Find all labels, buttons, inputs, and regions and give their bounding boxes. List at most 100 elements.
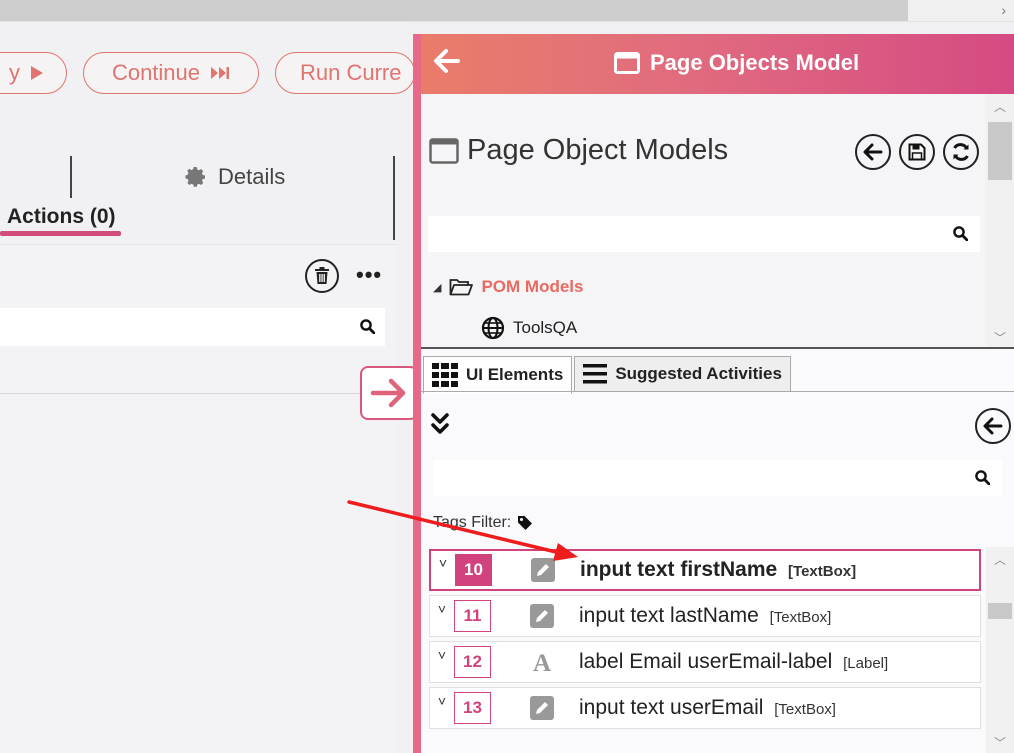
collapse-triangle-icon[interactable]: ◢ <box>433 281 441 294</box>
ui-elements-search-input[interactable] <box>433 460 1002 496</box>
tab-details[interactable]: Details <box>184 164 285 190</box>
ui-elements-list: ˅ 10 input text firstName [TextBox] ˅ 11 inpu… <box>429 547 984 753</box>
pom-tabs: UI Elements Suggested Activities <box>423 356 793 394</box>
arrow-left-icon <box>434 49 460 73</box>
continue-button[interactable]: Continue <box>83 52 259 94</box>
arrow-right-icon <box>370 378 406 408</box>
globe-icon <box>481 316 505 340</box>
tabs-baseline <box>421 391 1014 392</box>
tree-item-toolsqa[interactable]: ToolsQA <box>481 316 577 340</box>
scroll-up-icon[interactable]: ︿ <box>994 98 1006 115</box>
replay-label: y <box>9 60 20 85</box>
grid-icon <box>432 363 458 387</box>
pom-models-section: Page Object Models ◢ POM Models ToolsQA … <box>421 94 1014 348</box>
pom-header-title: Page Objects Model <box>614 50 859 76</box>
pencil-icon <box>528 557 558 583</box>
window-icon <box>429 137 459 164</box>
arrow-left-icon <box>863 143 883 161</box>
search-icon <box>360 319 375 334</box>
expand-row-icon[interactable]: ˅ <box>431 555 455 571</box>
element-name: input text userEmail [TextBox] <box>579 696 836 719</box>
run-current-button[interactable]: Run Curre <box>275 52 415 94</box>
more-options-icon[interactable]: ••• <box>356 262 382 288</box>
run-current-label: Run Curre <box>300 60 402 85</box>
ui-back-button[interactable] <box>975 408 1011 444</box>
list-item[interactable]: ˅ 10 input text firstName [TextBox] <box>429 549 981 591</box>
tag-icon <box>518 516 533 530</box>
tab-divider <box>70 156 72 198</box>
actions-search-input[interactable] <box>0 308 385 346</box>
expand-row-icon[interactable]: ˅ <box>430 647 454 663</box>
section-splitter[interactable] <box>421 347 1014 349</box>
tab-suggested-activities[interactable]: Suggested Activities <box>574 356 791 392</box>
pom-models-title: Page Object Models <box>429 134 728 167</box>
expand-row-icon[interactable]: ˅ <box>430 601 454 617</box>
folder-open-icon <box>450 279 474 296</box>
active-tab-indicator <box>0 231 121 236</box>
label-icon: A <box>527 649 557 675</box>
tree-item-pom-models[interactable]: ◢ POM Models <box>433 277 583 297</box>
refresh-button[interactable] <box>943 134 979 170</box>
trash-icon <box>315 267 329 284</box>
back-button[interactable] <box>433 48 461 79</box>
details-tab-label: Details <box>218 164 286 189</box>
pom-panel: Page Objects Model Page Object Models ◢ … <box>413 34 1014 753</box>
element-type: [TextBox] <box>769 609 832 626</box>
list-item[interactable]: ˅ 13 input text userEmail [TextBox] <box>429 687 981 729</box>
search-icon <box>975 470 990 485</box>
app-window: › y Continue Run Curre Details Actions (… <box>0 0 1014 753</box>
replay-button[interactable]: y <box>0 52 67 94</box>
pencil-icon <box>527 695 557 721</box>
pom-header: Page Objects Model <box>421 34 1014 94</box>
scroll-up-icon[interactable]: ︿ <box>994 551 1006 568</box>
tab-ui-elements[interactable]: UI Elements <box>423 356 573 394</box>
pom-toolbar <box>855 134 979 170</box>
expand-all-button[interactable] <box>431 413 449 440</box>
scroll-down-icon[interactable]: ﹀ <box>994 329 1006 346</box>
list-icon <box>583 364 608 384</box>
element-name: label Email userEmail-label [Label] <box>579 650 889 673</box>
save-button[interactable] <box>899 134 935 170</box>
continue-label: Continue <box>111 60 201 85</box>
tags-filter[interactable]: Tags Filter: <box>433 514 533 532</box>
element-type: [Label] <box>843 655 889 672</box>
elements-vertical-scrollbar[interactable]: ︿ ﹀ <box>986 547 1014 753</box>
pencil-icon <box>527 603 557 629</box>
divider-line <box>0 393 397 394</box>
gear-icon <box>185 167 205 187</box>
scroll-right-icon[interactable]: › <box>1001 2 1006 18</box>
expand-row-icon[interactable]: ˅ <box>430 693 454 709</box>
left-panel: y Continue Run Curre Details Actions (0)… <box>0 22 415 753</box>
scrollbar-thumb[interactable] <box>0 0 908 21</box>
element-number-badge: 11 <box>454 600 491 632</box>
list-item[interactable]: ˅ 12 Alabel Email userEmail-label [Label] <box>429 641 981 683</box>
element-type: [TextBox] <box>788 563 857 580</box>
play-icon <box>31 66 43 80</box>
save-icon <box>908 143 926 161</box>
pom-back-button[interactable] <box>855 134 891 170</box>
window-icon <box>614 52 640 74</box>
pom-search-input[interactable] <box>428 216 980 252</box>
element-type: [TextBox] <box>774 701 836 718</box>
delete-button[interactable] <box>305 259 339 293</box>
list-item[interactable]: ˅ 11 input text lastName [TextBox] <box>429 595 981 637</box>
search-icon <box>953 226 968 241</box>
models-vertical-scrollbar[interactable]: ︿ ﹀ <box>986 94 1014 348</box>
scrollbar-thumb[interactable] <box>988 603 1012 619</box>
horizontal-scrollbar[interactable]: › <box>0 0 1014 22</box>
fast-forward-icon <box>211 67 230 79</box>
element-name: input text firstName [TextBox] <box>580 558 857 581</box>
scroll-down-icon[interactable]: ﹀ <box>994 734 1006 751</box>
double-chevron-down-icon <box>431 413 449 434</box>
panel-divider <box>393 156 395 240</box>
svg-text:A: A <box>533 650 551 674</box>
collapse-panel-button[interactable] <box>360 366 418 420</box>
element-name: input text lastName [TextBox] <box>579 604 832 627</box>
element-number-badge: 12 <box>454 646 491 678</box>
refresh-icon <box>953 143 969 161</box>
element-number-badge: 13 <box>454 692 491 724</box>
arrow-left-icon <box>983 417 1003 435</box>
tab-actions[interactable]: Actions (0) <box>7 205 116 229</box>
element-number-badge: 10 <box>455 554 492 586</box>
scrollbar-thumb[interactable] <box>988 122 1012 180</box>
